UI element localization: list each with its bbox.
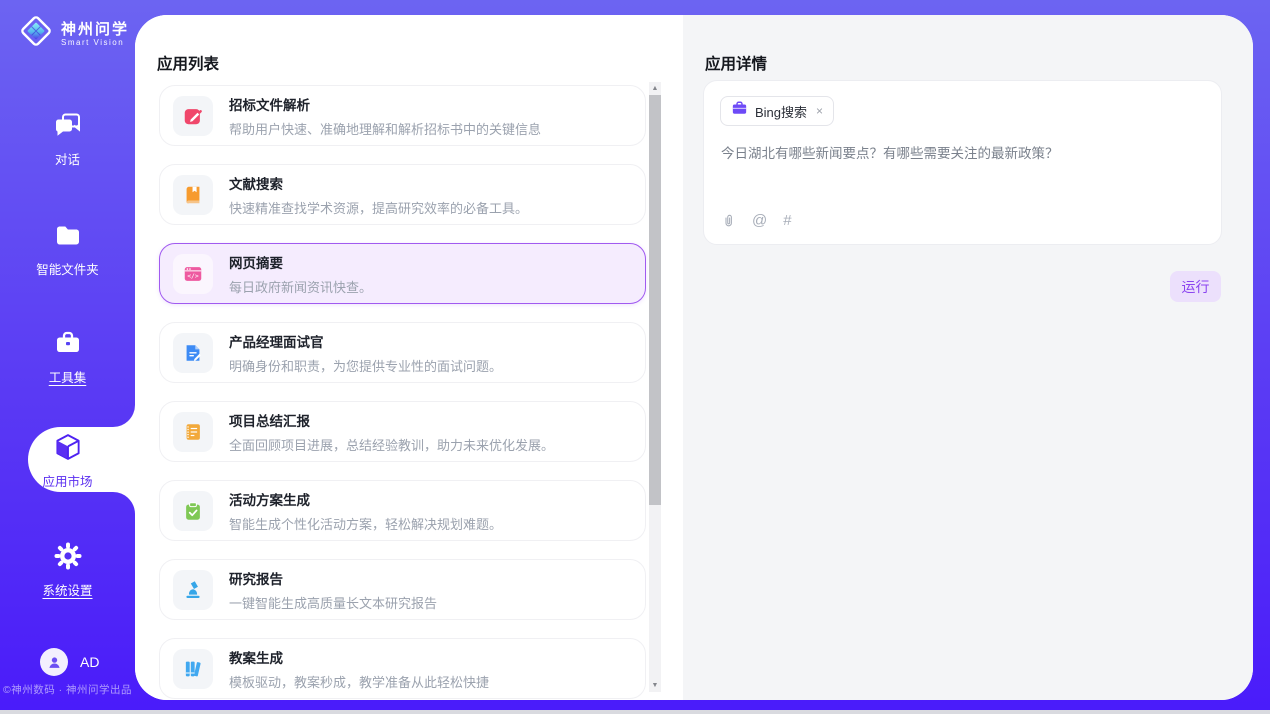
avatar [40, 648, 68, 676]
sidebar: 神州问学 Smart Vision 对话智能文件夹工具集应用市场系统设置 AD … [0, 0, 135, 710]
app-card-title: 招标文件解析 [229, 94, 541, 114]
attachment-icon[interactable] [721, 212, 736, 229]
sidebar-item-system-settings[interactable]: 系统设置 [0, 541, 135, 599]
clipboard-check-icon [173, 491, 213, 531]
hashtag-icon[interactable]: # [783, 212, 791, 229]
app-card-description: 智能生成个性化活动方案，轻松解决规划难题。 [229, 514, 502, 533]
chat-icon [53, 110, 83, 140]
app-card-title: 项目总结汇报 [229, 410, 554, 430]
tool-tag-label: Bing搜索 [755, 102, 807, 121]
sidebar-item-smart-folder[interactable]: 智能文件夹 [0, 220, 135, 278]
svg-text:</>: </> [187, 272, 199, 280]
tag-close-icon[interactable]: × [816, 104, 823, 118]
app-card-text: 招标文件解析帮助用户快速、准确地理解和解析招标书中的关键信息 [229, 94, 541, 138]
app-card[interactable]: </> 网页摘要每日政府新闻资讯快查。 [159, 243, 646, 304]
sidebar-item-label: 智能文件夹 [0, 259, 135, 278]
app-tagline: Smart Vision [61, 38, 129, 47]
app-card-text: 项目总结汇报全面回顾项目进展，总结经验教训，助力未来优化发展。 [229, 410, 554, 454]
app-card-text: 产品经理面试官明确身份和职责，为您提供专业性的面试问题。 [229, 331, 502, 375]
app-card-description: 模板驱动，教案秒成，教学准备从此轻松快捷 [229, 672, 489, 691]
microscope-icon [173, 570, 213, 610]
book-icon [173, 175, 213, 215]
app-card-title: 研究报告 [229, 568, 437, 588]
main-surface: 应用列表 招标文件解析帮助用户快速、准确地理解和解析招标书中的关键信息文献搜索快… [135, 15, 1253, 700]
sidebar-item-label: 应用市场 [0, 471, 135, 490]
window-bottom-strip [0, 710, 1270, 714]
app-card-text: 网页摘要每日政府新闻资讯快查。 [229, 252, 372, 296]
sidebar-item-chat[interactable]: 对话 [0, 110, 135, 168]
app-card-description: 一键智能生成高质量长文本研究报告 [229, 593, 437, 612]
app-card-description: 每日政府新闻资讯快查。 [229, 277, 372, 296]
app-card[interactable]: 产品经理面试官明确身份和职责，为您提供专业性的面试问题。 [159, 322, 646, 383]
folder-icon [53, 220, 83, 250]
app-card-description: 明确身份和职责，为您提供专业性的面试问题。 [229, 356, 502, 375]
mention-icon[interactable]: @ [752, 212, 767, 229]
app-card[interactable]: 研究报告一键智能生成高质量长文本研究报告 [159, 559, 646, 620]
user-chip[interactable]: AD [40, 648, 99, 676]
pen-square-icon [173, 96, 213, 136]
app-list-panel: 应用列表 招标文件解析帮助用户快速、准确地理解和解析招标书中的关键信息文献搜索快… [135, 15, 683, 700]
app-detail-title: 应用详情 [705, 52, 767, 74]
app-card-text: 活动方案生成智能生成个性化活动方案，轻松解决规划难题。 [229, 489, 502, 533]
app-card[interactable]: 招标文件解析帮助用户快速、准确地理解和解析招标书中的关键信息 [159, 85, 646, 146]
app-card[interactable]: 项目总结汇报全面回顾项目进展，总结经验教训，助力未来优化发展。 [159, 401, 646, 462]
sidebar-item-label: 工具集 [0, 367, 135, 386]
active-nav-corner-top [113, 405, 135, 427]
copyright-text: ©神州数码 · 神州问学出品 [0, 682, 135, 697]
toolbox-icon [53, 328, 83, 358]
app-card-title: 教案生成 [229, 647, 489, 667]
active-nav-corner-bottom [113, 492, 135, 514]
app-card[interactable]: 教案生成模板驱动，教案秒成，教学准备从此轻松快捷 [159, 638, 646, 699]
cube-icon [53, 432, 83, 462]
sidebar-item-label: 对话 [0, 149, 135, 168]
sidebar-item-toolset[interactable]: 工具集 [0, 328, 135, 386]
app-card[interactable]: 活动方案生成智能生成个性化活动方案，轻松解决规划难题。 [159, 480, 646, 541]
logo-text: 神州问学 Smart Vision [61, 21, 129, 47]
app-card-list: 招标文件解析帮助用户快速、准确地理解和解析招标书中的关键信息文献搜索快速精准查找… [159, 85, 646, 700]
logo: 神州问学 Smart Vision [18, 13, 129, 54]
app-card-description: 全面回顾项目进展，总结经验教训，助力未来优化发展。 [229, 435, 554, 454]
app-card-description: 帮助用户快速、准确地理解和解析招标书中的关键信息 [229, 119, 541, 138]
app-card-description: 快速精准查找学术资源，提高研究效率的必备工具。 [229, 198, 528, 217]
app-list-title: 应用列表 [157, 52, 219, 74]
logo-icon [18, 13, 54, 54]
scrollbar-down-icon[interactable]: ▼ [649, 682, 661, 689]
gear-icon [53, 541, 83, 571]
tool-tag-bing-search[interactable]: Bing搜索 × [720, 96, 834, 126]
books-icon [173, 649, 213, 689]
run-button[interactable]: 运行 [1170, 271, 1221, 302]
prompt-input-card[interactable]: Bing搜索 × 今日湖北有哪些新闻要点？有哪些需要关注的最新政策？ @# [703, 80, 1222, 245]
sidebar-item-app-market[interactable]: 应用市场 [0, 432, 135, 490]
app-card[interactable]: 文献搜索快速精准查找学术资源，提高研究效率的必备工具。 [159, 164, 646, 225]
app-card-title: 活动方案生成 [229, 489, 502, 509]
scrollbar-thumb[interactable] [649, 95, 661, 505]
browser-code-icon: </> [173, 254, 213, 294]
composer-toolbar: @# [721, 212, 792, 229]
scrollbar[interactable]: ▲ ▼ [649, 82, 661, 692]
app-card-title: 文献搜索 [229, 173, 528, 193]
query-text[interactable]: 今日湖北有哪些新闻要点？有哪些需要关注的最新政策？ [721, 144, 1205, 163]
app-card-text: 研究报告一键智能生成高质量长文本研究报告 [229, 568, 437, 612]
notebook-icon [173, 412, 213, 452]
user-initials: AD [80, 654, 99, 670]
sidebar-item-label: 系统设置 [0, 580, 135, 599]
briefcase-icon [731, 100, 748, 122]
app-card-text: 教案生成模板驱动，教案秒成，教学准备从此轻松快捷 [229, 647, 489, 691]
app-card-text: 文献搜索快速精准查找学术资源，提高研究效率的必备工具。 [229, 173, 528, 217]
app-card-title: 网页摘要 [229, 252, 372, 272]
app-name: 神州问学 [61, 21, 129, 38]
app-detail-panel: 应用详情 Bing搜索 × 今日湖北有哪些新闻要点？有哪些需要关注的最新政策？ … [683, 15, 1253, 700]
document-pen-icon [173, 333, 213, 373]
app-card-title: 产品经理面试官 [229, 331, 502, 351]
scrollbar-up-icon[interactable]: ▲ [649, 85, 661, 92]
